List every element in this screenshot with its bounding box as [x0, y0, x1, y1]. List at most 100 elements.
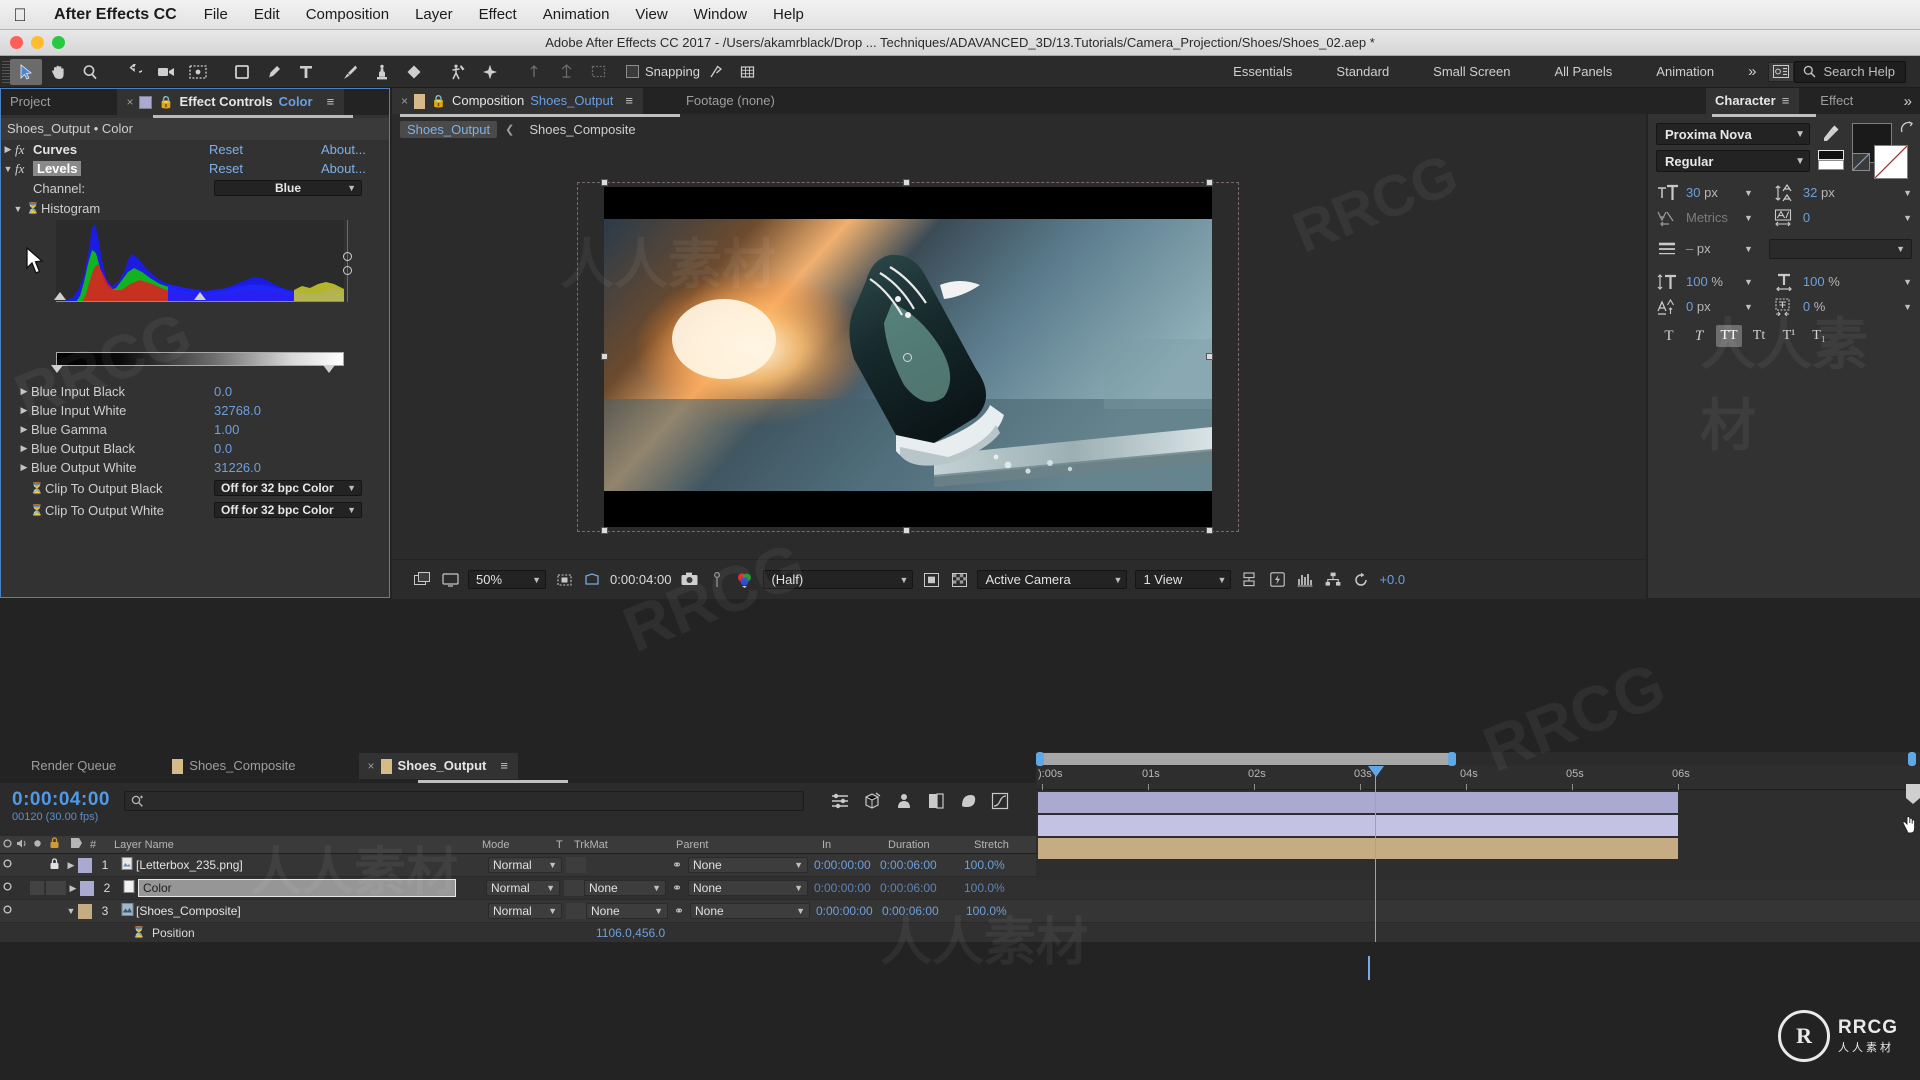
work-area-end-handle[interactable]	[1448, 752, 1456, 766]
preserve-transparency-toggle[interactable]	[566, 903, 586, 919]
panel-menu-icon[interactable]: ≡	[327, 89, 336, 115]
column-header-mode[interactable]: Mode	[482, 839, 556, 851]
param-row-histogram[interactable]: ▼ ⏳ Histogram	[1, 199, 389, 218]
mode-dropdown[interactable]: Normal ▼	[488, 857, 562, 873]
work-area-start-handle[interactable]	[1036, 752, 1044, 766]
layer-bar-2[interactable]	[1038, 815, 1678, 836]
twirl-icon[interactable]: ▶	[17, 424, 31, 435]
resize-handle[interactable]	[1206, 353, 1213, 360]
close-tab-icon[interactable]: ×	[401, 88, 408, 114]
preserve-transparency-toggle[interactable]	[564, 880, 584, 896]
parent-cell[interactable]: None ▼	[688, 880, 808, 896]
layer-bar-3[interactable]	[1038, 838, 1678, 859]
column-header-trkmat[interactable]: TrkMat	[574, 839, 676, 851]
clone-stamp-tool-icon[interactable]	[366, 59, 398, 85]
column-header-index[interactable]: #	[88, 839, 110, 851]
close-window-button[interactable]	[10, 36, 23, 49]
mode-cell[interactable]: Normal ▼	[488, 857, 562, 873]
parent-pick-whip-icon[interactable]: ⚭	[668, 904, 690, 918]
type-tool-icon[interactable]	[290, 59, 322, 85]
horizontal-scale-field[interactable]: 100 %	[1803, 274, 1855, 289]
tab-composition[interactable]: × 🔒 Composition Shoes_Output ≡	[392, 88, 643, 114]
param-row-blue-input-white[interactable]: ▶ Blue Input White 32768.0	[1, 401, 389, 420]
trkmat-dropdown[interactable]: None ▼	[584, 880, 666, 896]
levels-about-button[interactable]: About...	[321, 161, 366, 176]
effect-name-levels[interactable]: Levels	[33, 161, 82, 176]
clip-output-white-dropdown[interactable]: Off for 32 bpc Color ▼	[214, 502, 362, 518]
brush-tool-icon[interactable]	[334, 59, 366, 85]
workspace-all-panels[interactable]: All Panels	[1532, 57, 1634, 87]
parent-cell[interactable]: None ▼	[690, 903, 810, 919]
video-toggle[interactable]	[0, 904, 14, 918]
resize-handle[interactable]	[601, 527, 608, 534]
layer-label-color[interactable]	[78, 903, 92, 919]
layer-label-color[interactable]	[78, 857, 92, 873]
chevron-down-icon[interactable]: ▼	[1744, 213, 1753, 223]
timeline-end-handle[interactable]	[1908, 752, 1916, 766]
exposure-value[interactable]: +0.0	[1379, 572, 1405, 587]
preview-timecode[interactable]: 0:00:04:00	[610, 572, 671, 587]
resize-handle[interactable]	[601, 353, 608, 360]
puppet-pin-tool-icon[interactable]	[474, 59, 506, 85]
histogram-twirl-icon[interactable]: ▼	[11, 204, 25, 214]
stretch[interactable]: 100.0%	[964, 881, 1034, 895]
curves-reset-button[interactable]: Reset	[209, 142, 243, 157]
duration[interactable]: 0:00:06:00	[880, 881, 964, 895]
twirl-icon[interactable]: ▶	[17, 405, 31, 416]
param-value[interactable]: 0.0	[214, 384, 232, 399]
toggle-transparency-grid-icon[interactable]	[949, 570, 969, 590]
graph-editor-icon[interactable]	[988, 791, 1012, 811]
chevron-down-icon[interactable]: ▼	[1744, 244, 1753, 254]
resize-handle[interactable]	[1206, 179, 1213, 186]
composition-viewer[interactable]	[392, 141, 1646, 559]
stopwatch-icon[interactable]: ⏳	[29, 504, 45, 517]
pixel-aspect-correction-icon[interactable]	[1239, 570, 1259, 590]
layer-twirl-icon[interactable]: ▼	[64, 906, 78, 916]
column-header-t[interactable]: T	[556, 839, 574, 851]
tab-render-queue[interactable]: Render Queue	[22, 753, 125, 779]
param-row-blue-output-black[interactable]: ▶ Blue Output Black 0.0	[1, 439, 389, 458]
levels-reset-button[interactable]: Reset	[209, 161, 243, 176]
all-caps-button[interactable]: TT	[1716, 325, 1742, 347]
show-snapshot-icon[interactable]	[707, 570, 727, 590]
layer-twirl-icon[interactable]: ▶	[66, 883, 80, 894]
histogram-handle[interactable]	[343, 266, 352, 275]
param-value[interactable]: 31226.0	[214, 460, 261, 475]
pan-behind-tool-icon[interactable]	[182, 59, 214, 85]
column-header-parent[interactable]: Parent	[676, 839, 822, 851]
chevron-down-icon[interactable]: ▼	[1903, 277, 1912, 287]
input-gamma-handle[interactable]	[194, 292, 206, 300]
tab-shoes-output[interactable]: × Shoes_Output ≡	[358, 753, 518, 779]
close-tab-icon[interactable]: ×	[368, 753, 375, 779]
menu-item-layer[interactable]: Layer	[402, 6, 466, 23]
chevron-down-icon[interactable]: ▼	[1903, 188, 1912, 198]
menu-item-effect[interactable]: Effect	[466, 6, 530, 23]
column-header-layer-name[interactable]: Layer Name	[110, 839, 482, 851]
resize-handle[interactable]	[601, 179, 608, 186]
snapping-toggle[interactable]: Snapping	[626, 64, 700, 79]
layer-bar-1[interactable]	[1038, 792, 1678, 813]
fast-previews-icon[interactable]	[1267, 570, 1287, 590]
menu-item-animation[interactable]: Animation	[530, 6, 623, 23]
trkmat-cell[interactable]: None ▼	[586, 903, 668, 919]
twirl-icon[interactable]: ▶	[17, 386, 31, 397]
region-interest-icon[interactable]	[921, 570, 941, 590]
stopwatch-icon[interactable]: ⏳	[25, 202, 41, 215]
resize-handle[interactable]	[1206, 527, 1213, 534]
font-family-dropdown[interactable]: Proxima Nova ▼	[1656, 123, 1810, 145]
param-value[interactable]: 32768.0	[214, 403, 261, 418]
minimize-window-button[interactable]	[31, 36, 44, 49]
snapshot-icon[interactable]	[679, 570, 699, 590]
twirl-icon[interactable]: ▶	[17, 462, 31, 473]
trkmat-cell[interactable]: None ▼	[584, 880, 666, 896]
menu-item-edit[interactable]: Edit	[241, 6, 293, 23]
composition-bounding-box[interactable]	[577, 179, 1239, 534]
resize-handle[interactable]	[903, 527, 910, 534]
mode-cell[interactable]: Normal ▼	[486, 880, 560, 896]
frame-blending-icon[interactable]	[924, 791, 948, 811]
stretch[interactable]: 100.0%	[964, 858, 1034, 872]
channel-dropdown[interactable]: Blue ▼	[214, 180, 362, 196]
current-time-indicator-head[interactable]	[1368, 766, 1384, 777]
tab-effect-presets[interactable]: Effect	[1811, 88, 1862, 114]
chevron-down-icon[interactable]: ▼	[1744, 277, 1753, 287]
